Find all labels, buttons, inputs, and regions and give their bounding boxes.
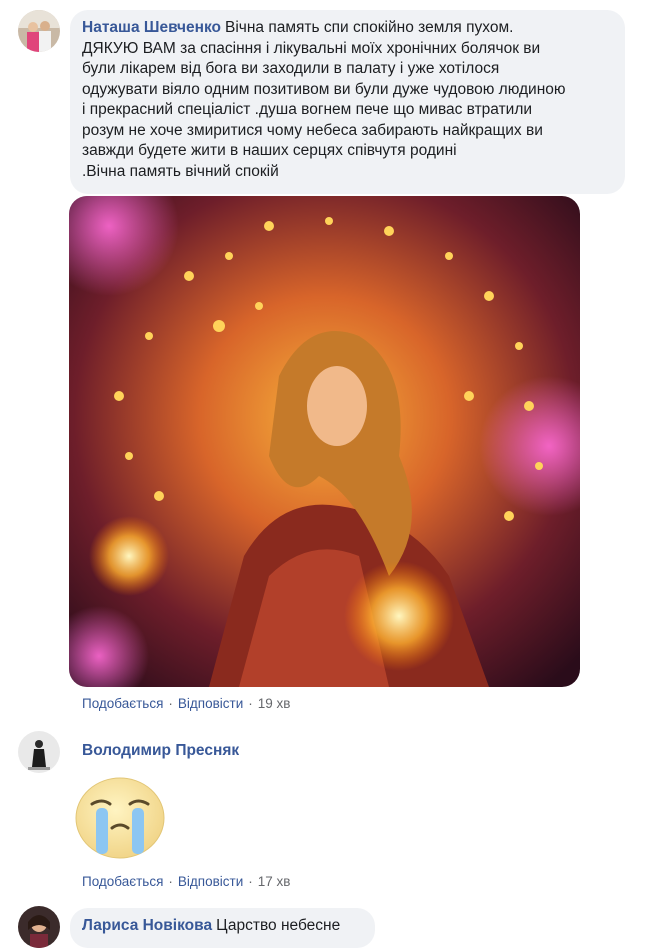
- crying-face-sticker: [74, 776, 166, 860]
- comment-text-line: ДЯКУЮ ВАМ за спасіння і лікувальні моїх …: [82, 39, 541, 57]
- comment-text-line: і прекрасний спеціаліст .душа вогнем печ…: [82, 101, 533, 118]
- comment-text: Царство небесне: [216, 917, 341, 934]
- separator-dot: ·: [248, 874, 253, 889]
- comment-actions-volodymyr: Подобається · Відповісти · 17 хв: [82, 874, 290, 889]
- comment-actions-natasha: Подобається · Відповісти · 19 хв: [82, 696, 290, 711]
- avatar-natasha[interactable]: [18, 10, 60, 52]
- separator-dot: ·: [168, 874, 173, 889]
- avatar-volodymyr[interactable]: [18, 731, 60, 773]
- like-link[interactable]: Подобається: [82, 874, 163, 889]
- comment-text-line: Вічна память спи спокійно земля пухом.: [225, 19, 514, 36]
- comment-bubble-larysa: Лариса Новікова Царство небесне: [70, 908, 375, 948]
- comment-text-line: одужувати віяло одним позитивом ви були …: [82, 80, 566, 98]
- comment-author-larysa[interactable]: Лариса Новікова: [82, 917, 212, 934]
- comment-text-line: .Вічна память вічний спокій: [82, 162, 279, 180]
- comment-author-natasha[interactable]: Наташа Шевченко: [82, 19, 221, 36]
- comment-timestamp[interactable]: 17 хв: [258, 874, 291, 889]
- comment-bubble-natasha: Наташа Шевченко Вічна память спи спокійно…: [70, 10, 625, 194]
- separator-dot: ·: [248, 696, 253, 711]
- reply-link[interactable]: Відповісти: [178, 696, 243, 711]
- comment-text-line: розум не хоче змиритися чому небеса заби…: [82, 121, 543, 139]
- comment-text-line: були лікарем від бога ви заходили в пала…: [82, 60, 500, 77]
- separator-dot: ·: [168, 696, 173, 711]
- comment-text-line: завжди будете жити в наших серцях співчу…: [82, 142, 457, 159]
- reply-link[interactable]: Відповісти: [178, 874, 243, 889]
- comment-author-volodymyr[interactable]: Володимир Пресняк: [82, 742, 239, 760]
- comment-attached-image[interactable]: [69, 196, 580, 687]
- comment-timestamp[interactable]: 19 хв: [258, 696, 291, 711]
- like-link[interactable]: Подобається: [82, 696, 163, 711]
